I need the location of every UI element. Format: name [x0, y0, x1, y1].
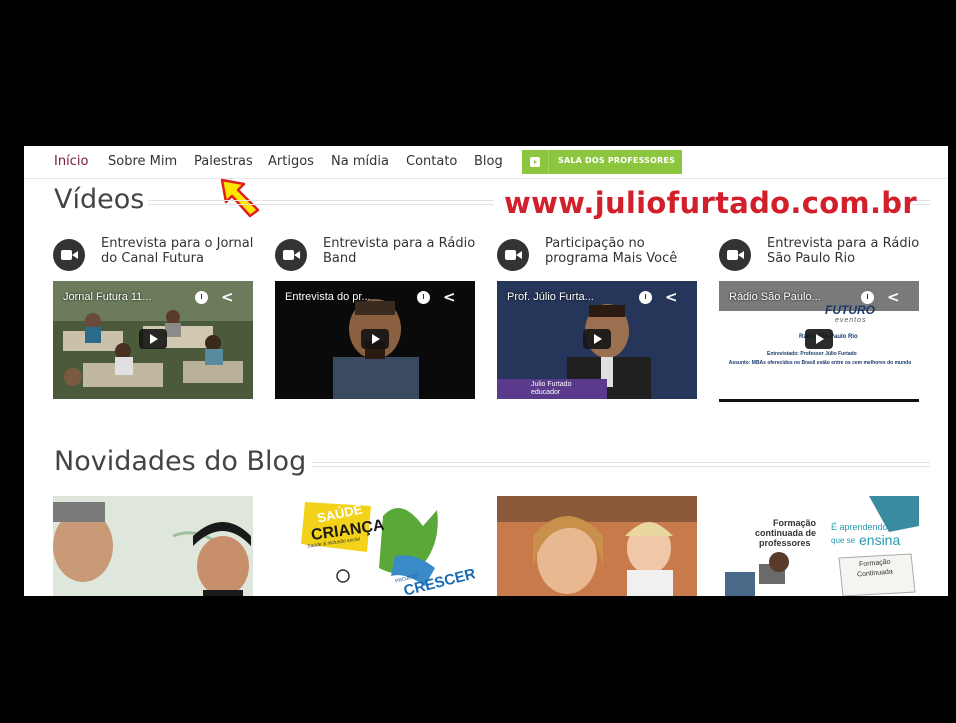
video-title[interactable]: Entrevista para o Jornal do Canal Futura	[101, 236, 261, 266]
thumbnail-caption: Jornal Futura 11...	[63, 291, 152, 303]
letterbox-right	[948, 0, 956, 723]
video-thumbnail[interactable]: Entrevista do pr... <	[275, 281, 475, 399]
play-button-icon[interactable]	[361, 329, 389, 349]
formacao-title-2: continuada de	[755, 528, 817, 538]
share-icon[interactable]: <	[443, 288, 456, 306]
video-thumbnail[interactable]: FUTURO eventos Rádio São Paulo Rio Entre…	[719, 281, 919, 402]
blog-post-image[interactable]	[53, 496, 253, 596]
thumbnail-caption: Rádio São Paulo...	[729, 291, 821, 303]
videos-title-rule	[148, 200, 494, 205]
sala-dos-professores-button[interactable]: SALA DOS PROFESSORES	[522, 150, 682, 174]
share-icon[interactable]: <	[887, 288, 900, 306]
slogan-line-1: É aprendendo	[831, 522, 888, 532]
play-button-icon[interactable]	[805, 329, 833, 349]
blog-post-image[interactable]: SAÚDE CRIANÇA Saúde & inclusão social PR…	[275, 496, 475, 596]
video-camera-icon	[53, 239, 85, 271]
teacher-student-image	[53, 496, 253, 596]
blog-title-rule	[312, 462, 930, 467]
nav-item-artigos[interactable]: Artigos	[268, 154, 314, 169]
subject: Assunto: MBAs oferecidos no Brasil estão…	[728, 360, 912, 366]
futuro-logo: FUTURO	[825, 303, 875, 317]
watch-later-icon[interactable]	[861, 291, 874, 304]
interviewee: Entrevistado: Professor Júlio Furtado	[767, 351, 857, 357]
nav-item-na-midia[interactable]: Na mídia	[331, 154, 389, 169]
nav-item-inicio[interactable]: Início	[54, 154, 88, 169]
letterbox-top	[0, 0, 956, 146]
blog-post-image[interactable]	[497, 496, 697, 596]
play-button-icon[interactable]	[583, 329, 611, 349]
button-label: SALA DOS PROFESSORES	[558, 156, 676, 165]
watch-later-icon[interactable]	[417, 291, 430, 304]
thumbnail-caption: Entrevista do pr...	[285, 291, 371, 303]
lower-third-role: educador	[531, 389, 561, 396]
nav-item-palestras[interactable]: Palestras	[194, 154, 253, 169]
nav-item-sobre-mim[interactable]: Sobre Mim	[108, 154, 177, 169]
futuro-logo-sub: eventos	[835, 317, 867, 324]
slogan-line-3: ensina	[859, 532, 901, 548]
video-camera-icon	[275, 239, 307, 271]
thumbnail-caption: Prof. Júlio Furta...	[507, 291, 594, 303]
letterbox-left	[0, 0, 24, 723]
share-icon[interactable]: <	[221, 288, 234, 306]
video-camera-icon	[497, 239, 529, 271]
button-divider	[548, 150, 549, 174]
slogan-line-2: que se	[831, 536, 856, 545]
formacao-title-1: Formação	[773, 518, 817, 528]
video-camera-icon	[719, 239, 751, 271]
website-viewport: Início Sobre Mim Palestras Artigos Na mí…	[24, 146, 948, 596]
video-title[interactable]: Entrevista para a Rádio São Paulo Rio	[767, 236, 927, 266]
blog-post-image[interactable]: Formação continuada de professores É apr…	[719, 496, 919, 596]
blog-section-title: Novidades do Blog	[54, 446, 307, 477]
video-thumbnail[interactable]: Prof. Júlio Furta... Julio Furtado educa…	[497, 281, 697, 399]
arrow-annotation-icon	[220, 178, 260, 218]
mother-child-image	[497, 496, 697, 596]
play-button-icon[interactable]	[139, 329, 167, 349]
main-nav: Início Sobre Mim Palestras Artigos Na mí…	[24, 146, 948, 179]
watch-later-icon[interactable]	[195, 291, 208, 304]
video-title[interactable]: Entrevista para a Rádio Band	[323, 236, 483, 266]
nav-item-contato[interactable]: Contato	[406, 154, 457, 169]
video-icon	[530, 157, 540, 167]
video-thumbnail[interactable]: Jornal Futura 11... <	[53, 281, 253, 399]
nav-item-blog[interactable]: Blog	[474, 154, 503, 169]
videos-section-title: Vídeos	[54, 184, 145, 215]
site-url-annotation: www.juliofurtado.com.br	[504, 186, 917, 220]
lower-third-name: Julio Furtado	[531, 381, 572, 388]
letterbox-bottom	[0, 596, 956, 723]
watch-later-icon[interactable]	[639, 291, 652, 304]
video-title[interactable]: Participação no programa Mais Você	[545, 236, 705, 266]
formacao-title-3: professores	[759, 538, 811, 548]
share-icon[interactable]: <	[665, 288, 678, 306]
